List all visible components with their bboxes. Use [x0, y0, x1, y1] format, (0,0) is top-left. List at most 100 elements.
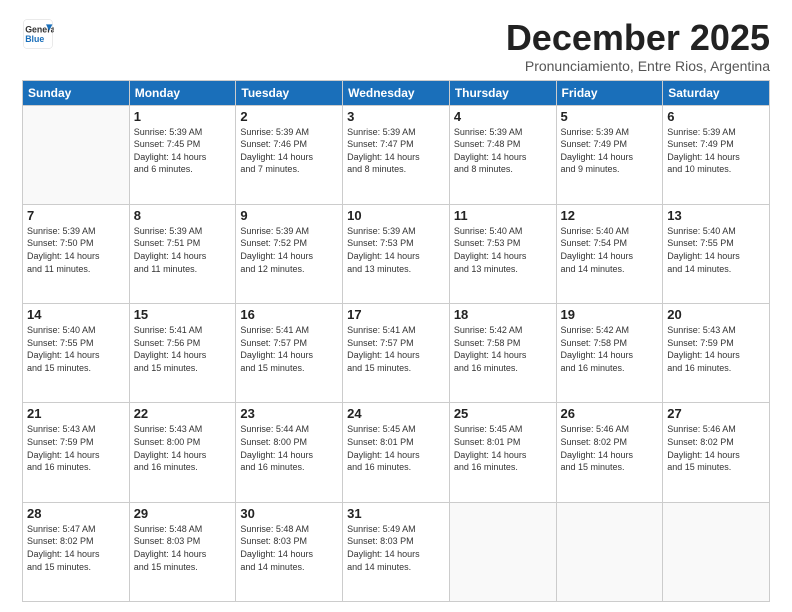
col-header-saturday: Saturday	[663, 80, 770, 105]
calendar-cell: 31 Sunrise: 5:49 AM Sunset: 8:03 PM Dayli…	[343, 502, 450, 601]
cell-info: Sunrise: 5:43 AM Sunset: 7:59 PM Dayligh…	[27, 423, 125, 473]
calendar-cell	[449, 502, 556, 601]
calendar-cell: 16 Sunrise: 5:41 AM Sunset: 7:57 PM Dayli…	[236, 304, 343, 403]
cell-info: Sunrise: 5:40 AM Sunset: 7:55 PM Dayligh…	[667, 225, 765, 275]
calendar-cell: 10 Sunrise: 5:39 AM Sunset: 7:53 PM Dayli…	[343, 204, 450, 303]
cell-info: Sunrise: 5:45 AM Sunset: 8:01 PM Dayligh…	[454, 423, 552, 473]
day-number: 4	[454, 109, 552, 124]
day-number: 9	[240, 208, 338, 223]
cell-info: Sunrise: 5:39 AM Sunset: 7:46 PM Dayligh…	[240, 126, 338, 176]
cell-info: Sunrise: 5:43 AM Sunset: 8:00 PM Dayligh…	[134, 423, 232, 473]
calendar-cell: 27 Sunrise: 5:46 AM Sunset: 8:02 PM Dayli…	[663, 403, 770, 502]
calendar-cell: 20 Sunrise: 5:43 AM Sunset: 7:59 PM Dayli…	[663, 304, 770, 403]
svg-text:Blue: Blue	[25, 34, 44, 44]
calendar-cell: 22 Sunrise: 5:43 AM Sunset: 8:00 PM Dayli…	[129, 403, 236, 502]
calendar-cell: 21 Sunrise: 5:43 AM Sunset: 7:59 PM Dayli…	[23, 403, 130, 502]
day-number: 21	[27, 406, 125, 421]
calendar-cell: 26 Sunrise: 5:46 AM Sunset: 8:02 PM Dayli…	[556, 403, 663, 502]
col-header-thursday: Thursday	[449, 80, 556, 105]
cell-info: Sunrise: 5:39 AM Sunset: 7:53 PM Dayligh…	[347, 225, 445, 275]
day-number: 13	[667, 208, 765, 223]
calendar-cell: 11 Sunrise: 5:40 AM Sunset: 7:53 PM Dayli…	[449, 204, 556, 303]
day-number: 2	[240, 109, 338, 124]
calendar-cell: 13 Sunrise: 5:40 AM Sunset: 7:55 PM Dayli…	[663, 204, 770, 303]
calendar-cell: 2 Sunrise: 5:39 AM Sunset: 7:46 PM Daylig…	[236, 105, 343, 204]
calendar-cell: 24 Sunrise: 5:45 AM Sunset: 8:01 PM Dayli…	[343, 403, 450, 502]
calendar-cell: 1Sunrise: 5:39 AM Sunset: 7:45 PM Daylig…	[129, 105, 236, 204]
day-number: 15	[134, 307, 232, 322]
calendar-cell: 29Sunrise: 5:48 AM Sunset: 8:03 PM Dayli…	[129, 502, 236, 601]
cell-info: Sunrise: 5:39 AM Sunset: 7:48 PM Dayligh…	[454, 126, 552, 176]
day-number: 25	[454, 406, 552, 421]
title-block: December 2025 Pronunciamiento, Entre Rio…	[506, 18, 770, 74]
day-number: 31	[347, 506, 445, 521]
col-header-monday: Monday	[129, 80, 236, 105]
cell-info: Sunrise: 5:40 AM Sunset: 7:54 PM Dayligh…	[561, 225, 659, 275]
calendar-cell: 5 Sunrise: 5:39 AM Sunset: 7:49 PM Daylig…	[556, 105, 663, 204]
day-number: 12	[561, 208, 659, 223]
calendar-cell: 3 Sunrise: 5:39 AM Sunset: 7:47 PM Daylig…	[343, 105, 450, 204]
cell-info: Sunrise: 5:48 AM Sunset: 8:03 PM Dayligh…	[240, 523, 338, 573]
calendar-cell: 25 Sunrise: 5:45 AM Sunset: 8:01 PM Dayli…	[449, 403, 556, 502]
cell-info: Sunrise: 5:40 AM Sunset: 7:55 PM Dayligh…	[27, 324, 125, 374]
day-number: 5	[561, 109, 659, 124]
day-number: 3	[347, 109, 445, 124]
cell-info: Sunrise: 5:41 AM Sunset: 7:57 PM Dayligh…	[347, 324, 445, 374]
cell-info: Sunrise: 5:39 AM Sunset: 7:52 PM Dayligh…	[240, 225, 338, 275]
day-number: 19	[561, 307, 659, 322]
day-number: 10	[347, 208, 445, 223]
day-number: 17	[347, 307, 445, 322]
calendar-cell: 18 Sunrise: 5:42 AM Sunset: 7:58 PM Dayli…	[449, 304, 556, 403]
cell-info: Sunrise: 5:46 AM Sunset: 8:02 PM Dayligh…	[667, 423, 765, 473]
col-header-wednesday: Wednesday	[343, 80, 450, 105]
col-header-friday: Friday	[556, 80, 663, 105]
logo: General Blue	[22, 18, 54, 50]
cell-info: Sunrise: 5:39 AM Sunset: 7:47 PM Dayligh…	[347, 126, 445, 176]
day-number: 20	[667, 307, 765, 322]
cell-info: Sunrise: 5:45 AM Sunset: 8:01 PM Dayligh…	[347, 423, 445, 473]
calendar-cell: 12 Sunrise: 5:40 AM Sunset: 7:54 PM Dayli…	[556, 204, 663, 303]
calendar-cell: 8 Sunrise: 5:39 AM Sunset: 7:51 PM Daylig…	[129, 204, 236, 303]
calendar-cell: 23Sunrise: 5:44 AM Sunset: 8:00 PM Dayli…	[236, 403, 343, 502]
cell-info: Sunrise: 5:44 AM Sunset: 8:00 PM Dayligh…	[240, 423, 338, 473]
calendar-cell	[663, 502, 770, 601]
day-number: 7	[27, 208, 125, 223]
cell-info: Sunrise: 5:40 AM Sunset: 7:53 PM Dayligh…	[454, 225, 552, 275]
day-number: 6	[667, 109, 765, 124]
logo-icon: General Blue	[22, 18, 54, 50]
calendar-cell: 7Sunrise: 5:39 AM Sunset: 7:50 PM Daylig…	[23, 204, 130, 303]
month-title: December 2025	[506, 18, 770, 58]
calendar-cell	[556, 502, 663, 601]
day-number: 8	[134, 208, 232, 223]
calendar-cell: 14 Sunrise: 5:40 AM Sunset: 7:55 PM Dayli…	[23, 304, 130, 403]
cell-info: Sunrise: 5:42 AM Sunset: 7:58 PM Dayligh…	[454, 324, 552, 374]
day-number: 11	[454, 208, 552, 223]
day-number: 1	[134, 109, 232, 124]
cell-info: Sunrise: 5:39 AM Sunset: 7:51 PM Dayligh…	[134, 225, 232, 275]
day-number: 22	[134, 406, 232, 421]
cell-info: Sunrise: 5:41 AM Sunset: 7:56 PM Dayligh…	[134, 324, 232, 374]
day-number: 16	[240, 307, 338, 322]
calendar-cell: 28 Sunrise: 5:47 AM Sunset: 8:02 PM Dayli…	[23, 502, 130, 601]
cell-info: Sunrise: 5:46 AM Sunset: 8:02 PM Dayligh…	[561, 423, 659, 473]
day-number: 28	[27, 506, 125, 521]
calendar-cell: 17 Sunrise: 5:41 AM Sunset: 7:57 PM Dayli…	[343, 304, 450, 403]
col-header-tuesday: Tuesday	[236, 80, 343, 105]
day-number: 14	[27, 307, 125, 322]
day-number: 24	[347, 406, 445, 421]
day-number: 26	[561, 406, 659, 421]
cell-info: Sunrise: 5:43 AM Sunset: 7:59 PM Dayligh…	[667, 324, 765, 374]
calendar-cell: 6Sunrise: 5:39 AM Sunset: 7:49 PM Daylig…	[663, 105, 770, 204]
calendar-cell: 4 Sunrise: 5:39 AM Sunset: 7:48 PM Daylig…	[449, 105, 556, 204]
cell-info: Sunrise: 5:49 AM Sunset: 8:03 PM Dayligh…	[347, 523, 445, 573]
calendar: SundayMondayTuesdayWednesdayThursdayFrid…	[22, 80, 770, 602]
cell-info: Sunrise: 5:47 AM Sunset: 8:02 PM Dayligh…	[27, 523, 125, 573]
day-number: 27	[667, 406, 765, 421]
cell-info: Sunrise: 5:39 AM Sunset: 7:49 PM Dayligh…	[561, 126, 659, 176]
cell-info: Sunrise: 5:41 AM Sunset: 7:57 PM Dayligh…	[240, 324, 338, 374]
calendar-cell: 9 Sunrise: 5:39 AM Sunset: 7:52 PM Daylig…	[236, 204, 343, 303]
day-number: 18	[454, 307, 552, 322]
subtitle: Pronunciamiento, Entre Rios, Argentina	[506, 58, 770, 74]
calendar-cell: 30Sunrise: 5:48 AM Sunset: 8:03 PM Dayli…	[236, 502, 343, 601]
calendar-cell: 15 Sunrise: 5:41 AM Sunset: 7:56 PM Dayli…	[129, 304, 236, 403]
